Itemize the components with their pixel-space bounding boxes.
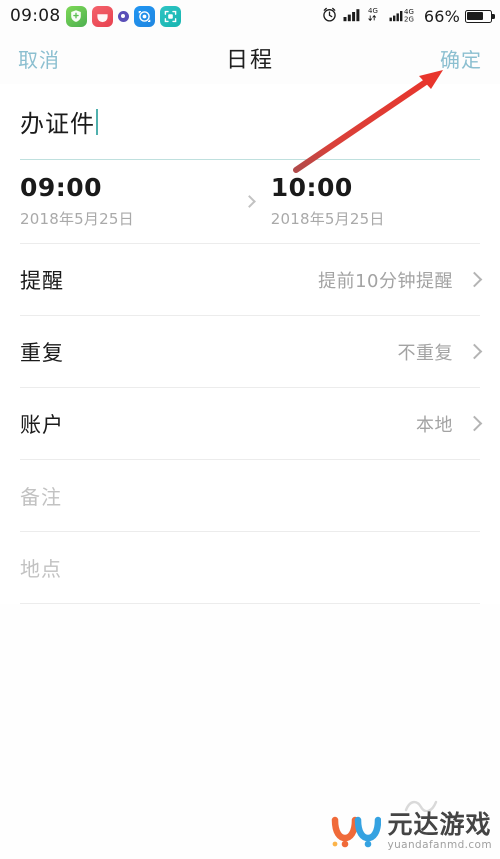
cancel-button[interactable]: 取消	[18, 44, 60, 73]
signal-bars-icon	[343, 7, 362, 26]
signal-bars-secondary-icon: 4G 2G	[389, 7, 419, 26]
end-time-value: 10:00	[270, 173, 353, 203]
network-type-left-label: 4G	[367, 6, 384, 26]
chevron-right-icon	[466, 271, 483, 288]
note-input[interactable]: 备注	[20, 460, 480, 532]
status-bar-right: 4G 4G 2G 66%	[321, 0, 495, 32]
phone-screen: 09:08 4G 4G 2G 66% 取消 日程 确定 办证件 09:00 20…	[0, 0, 500, 859]
status-bar: 09:08 4G 4G 2G 66%	[0, 0, 500, 32]
location-input[interactable]: 地点	[20, 532, 480, 604]
repeat-label: 重复	[20, 340, 64, 365]
reminder-label: 提醒	[20, 268, 64, 293]
event-title-input[interactable]: 办证件	[20, 84, 480, 160]
watermark: 元达游戏 yuandafanmd.com	[329, 811, 493, 851]
status-dot-icon	[117, 10, 129, 22]
chevron-right-icon	[466, 415, 483, 432]
end-date-value: 2018年5月25日	[270, 209, 385, 228]
svg-text:2G: 2G	[404, 15, 414, 22]
watermark-brand: 元达游戏	[387, 809, 492, 839]
confirm-button[interactable]: 确定	[440, 44, 482, 73]
status-bar-clock: 09:08	[10, 6, 61, 26]
page-title: 日程	[225, 48, 274, 73]
battery-percent-label: 66%	[423, 6, 460, 26]
account-label: 账户	[20, 412, 64, 437]
battery-icon	[465, 9, 495, 23]
event-form: 办证件 09:00 2018年5月25日 10:00 2018年5月25日 提醒…	[0, 84, 500, 604]
watermark-logo-icon	[331, 816, 381, 848]
account-value: 本地	[416, 414, 453, 436]
wallet-icon	[91, 5, 113, 27]
account-row[interactable]: 账户 本地	[20, 388, 483, 460]
svg-text:4G: 4G	[368, 7, 378, 15]
start-date-value: 2018年5月25日	[20, 209, 134, 228]
location-placeholder: 地点	[20, 557, 62, 581]
text-caret	[96, 108, 98, 135]
alarm-clock-icon	[321, 6, 338, 27]
chevron-right-icon	[229, 195, 270, 208]
camera-icon	[133, 5, 155, 27]
end-datetime[interactable]: 10:00 2018年5月25日	[270, 173, 480, 229]
navigation-bar: 取消 日程 确定	[0, 32, 500, 84]
start-time-value: 09:00	[20, 173, 103, 203]
security-shield-icon	[65, 5, 87, 27]
status-bar-left: 09:08	[10, 5, 181, 27]
chevron-right-icon	[466, 343, 483, 360]
start-datetime[interactable]: 09:00 2018年5月25日	[20, 173, 229, 229]
reminder-row[interactable]: 提醒 提前10分钟提醒	[20, 244, 483, 316]
datetime-range-row[interactable]: 09:00 2018年5月25日 10:00 2018年5月25日	[20, 160, 480, 244]
note-placeholder: 备注	[20, 485, 62, 509]
repeat-row[interactable]: 重复 不重复	[20, 316, 483, 388]
event-title-value: 办证件	[20, 110, 95, 138]
watermark-url: yuandafanmd.com	[387, 838, 492, 851]
watermark-text: 元达游戏 yuandafanmd.com	[388, 812, 493, 851]
scan-icon	[159, 5, 181, 27]
repeat-value: 不重复	[397, 342, 453, 364]
reminder-value: 提前10分钟提醒	[318, 270, 453, 292]
